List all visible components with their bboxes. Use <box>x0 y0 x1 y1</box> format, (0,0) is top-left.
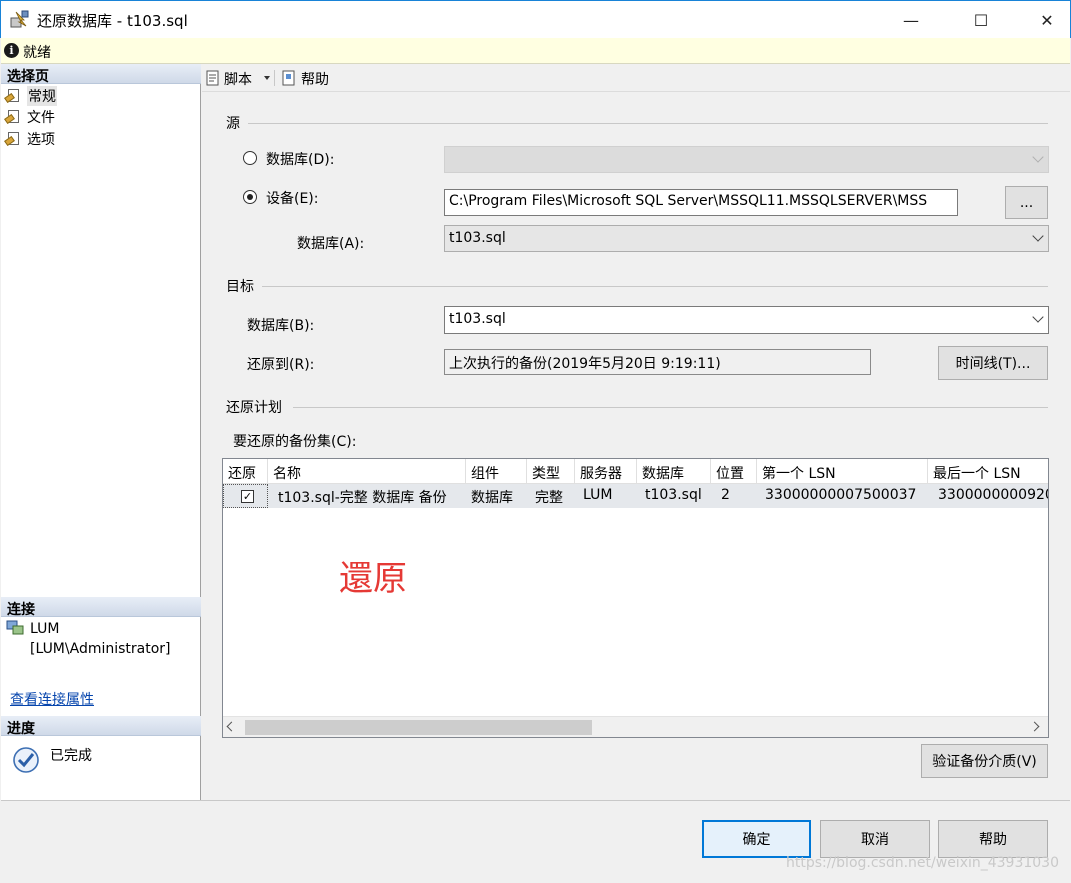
server-icon <box>6 620 24 635</box>
scroll-right-icon[interactable] <box>1029 721 1040 732</box>
table-row-restore-cell[interactable]: ✓ <box>223 484 268 508</box>
restore-database-icon <box>10 10 29 28</box>
restore-to-field: 上次执行的备份(2019年5月20日 9:19:11) <box>444 349 871 375</box>
page-options-label: 选项 <box>27 132 55 148</box>
cancel-button[interactable]: 取消 <box>820 820 930 858</box>
column-header-first-lsn[interactable]: 第一个 LSN <box>757 459 928 484</box>
table-row-type: 完整 <box>527 484 575 508</box>
target-database-select[interactable]: t103.sql <box>444 306 1049 334</box>
page-options[interactable]: 选项 <box>4 129 55 149</box>
left-pane: 选择页 常规 文件 选项 连接 LUM [LUM\Administrator] … <box>1 64 201 800</box>
scroll-left-icon[interactable] <box>226 721 237 732</box>
connection-login: [LUM\Administrator] <box>30 641 171 657</box>
database-radio-label: 数据库(D): <box>266 152 335 168</box>
source-divider <box>248 123 1048 124</box>
window-title: 还原数据库 - t103.sql <box>37 12 188 30</box>
source-database-select[interactable]: t103.sql <box>444 225 1049 252</box>
connection-server: LUM <box>30 621 60 637</box>
device-path-field[interactable]: C:\Program Files\Microsoft SQL Server\MS… <box>444 189 958 216</box>
page-files-label: 文件 <box>27 110 55 126</box>
backup-sets-grid[interactable]: 还原 名称 组件 类型 服务器 数据库 位置 第一个 LSN 最后一个 LSN … <box>222 458 1049 738</box>
target-divider <box>262 286 1048 287</box>
status-bar: i 就绪 <box>1 38 1070 64</box>
check-circle-icon <box>13 747 39 773</box>
table-row-server: LUM <box>575 484 637 508</box>
restore-checkbox[interactable]: ✓ <box>241 490 254 503</box>
page-icon <box>4 132 21 147</box>
toolbar: 脚本 帮助 <box>202 64 1070 92</box>
page-icon <box>4 110 21 125</box>
minimize-icon: — <box>903 10 919 30</box>
device-radio-label: 设备(E): <box>266 191 319 207</box>
title-bar[interactable]: 还原数据库 - t103.sql — ☐ ✕ <box>0 0 1071 38</box>
target-group-title: 目标 <box>226 279 254 295</box>
page-general-label: 常规 <box>27 86 57 106</box>
view-connection-properties-link[interactable]: 查看连接属性 <box>10 689 94 709</box>
backup-sets-label: 要还原的备份集(C): <box>233 434 357 450</box>
source-database-combo <box>444 146 1049 173</box>
script-icon <box>206 70 219 86</box>
browse-device-button[interactable]: ... <box>1005 186 1048 219</box>
source-database-label: 数据库(A): <box>297 236 365 252</box>
info-icon: i <box>4 43 19 58</box>
table-row-name: t103.sql-完整 数据库 备份 <box>268 484 466 508</box>
watermark: https://blog.csdn.net/weixin_43931030 <box>785 855 1059 871</box>
close-icon: ✕ <box>1040 10 1054 30</box>
connection-header: 连接 <box>1 597 201 618</box>
table-row-database: t103.sql <box>637 484 711 508</box>
maximize-button[interactable]: ☐ <box>958 1 1004 39</box>
table-row-first-lsn: 33000000007500037 <box>757 484 928 508</box>
close-button[interactable]: ✕ <box>1024 1 1070 39</box>
table-row-position: 2 <box>711 484 757 508</box>
ok-button[interactable]: 确定 <box>702 820 811 858</box>
help-button[interactable]: 帮助 <box>938 820 1048 858</box>
script-button[interactable]: 脚本 <box>224 69 252 89</box>
maximize-icon: ☐ <box>973 10 989 30</box>
column-header-type[interactable]: 类型 <box>527 459 575 484</box>
page-files[interactable]: 文件 <box>4 107 55 127</box>
device-radio[interactable] <box>243 190 257 204</box>
target-database-value: t103.sql <box>449 311 506 327</box>
chevron-down-icon <box>1032 230 1044 242</box>
script-dropdown-icon[interactable] <box>264 76 270 80</box>
toolbar-separator <box>274 70 275 86</box>
column-header-restore[interactable]: 还原 <box>223 459 268 484</box>
table-row-last-lsn: 3300000000920 <box>928 484 1048 508</box>
target-database-label: 数据库(B): <box>247 318 315 334</box>
column-header-database[interactable]: 数据库 <box>637 459 711 484</box>
column-header-name[interactable]: 名称 <box>268 459 466 484</box>
column-header-position[interactable]: 位置 <box>711 459 757 484</box>
select-page-header: 选择页 <box>1 64 201 85</box>
progress-status: 已完成 <box>50 748 92 764</box>
page-icon <box>4 89 21 104</box>
progress-header: 进度 <box>1 716 201 737</box>
chevron-down-icon <box>1032 311 1044 323</box>
help-toolbar-button[interactable]: 帮助 <box>301 69 329 89</box>
column-header-server[interactable]: 服务器 <box>575 459 637 484</box>
restore-annotation: 還原 <box>339 559 407 599</box>
page-general[interactable]: 常规 <box>4 86 57 106</box>
status-text: 就绪 <box>23 45 51 61</box>
table-row-component: 数据库 <box>466 484 527 508</box>
column-header-last-lsn[interactable]: 最后一个 LSN <box>928 459 1048 484</box>
verify-backup-media-button[interactable]: 验证备份介质(V) <box>921 744 1048 778</box>
column-header-component[interactable]: 组件 <box>466 459 527 484</box>
restore-to-label: 还原到(R): <box>247 357 315 373</box>
timeline-button[interactable]: 时间线(T)... <box>938 346 1048 380</box>
plan-group-title: 还原计划 <box>226 400 282 416</box>
source-database-value: t103.sql <box>449 230 506 246</box>
scrollbar-thumb[interactable] <box>245 720 592 735</box>
minimize-button[interactable]: — <box>888 1 934 39</box>
source-group-title: 源 <box>226 116 240 132</box>
database-radio[interactable] <box>243 151 257 165</box>
plan-divider <box>293 407 1048 408</box>
help-icon <box>282 70 295 86</box>
chevron-down-icon <box>1032 151 1044 163</box>
horizontal-scrollbar[interactable] <box>223 716 1048 737</box>
